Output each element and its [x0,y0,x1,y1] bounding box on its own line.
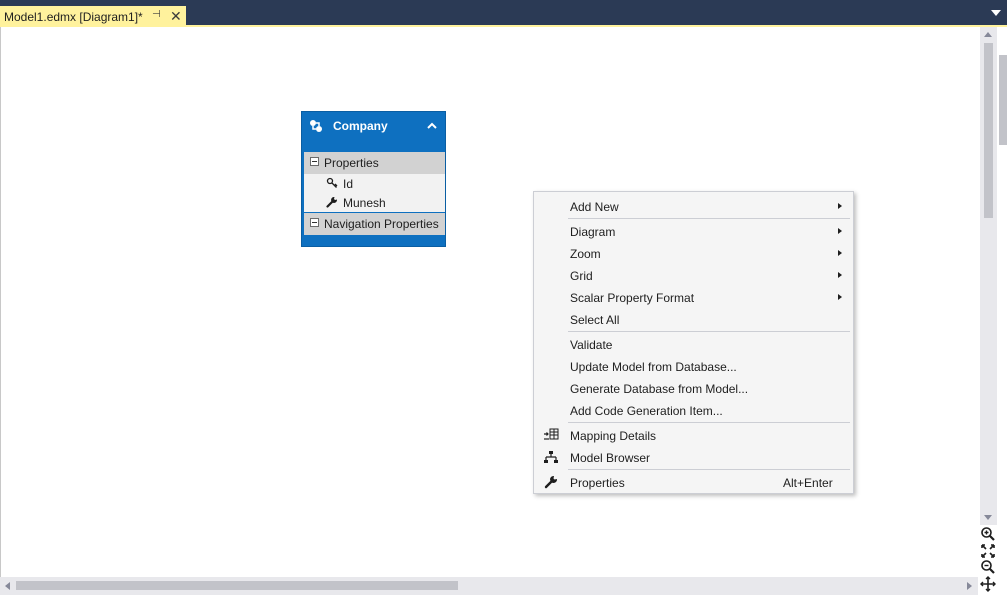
menu-item-label: Update Model from Database... [570,360,737,374]
menu-item-select-all[interactable]: Select All [536,308,852,330]
key-icon [326,177,338,188]
menu-separator [568,331,850,332]
pin-icon[interactable]: ⊣ [152,9,161,20]
horizontal-scroll-thumb[interactable] [16,581,458,590]
menu-item-label: Generate Database from Model... [570,382,749,396]
menu-item-shortcut: Alt+Enter [783,476,833,490]
submenu-arrow-icon [838,228,842,234]
menu-item-label: Diagram [570,225,616,239]
submenu-arrow-icon [838,294,842,300]
menu-item-label: Mapping Details [570,429,657,443]
collapse-toggle-icon[interactable] [310,157,319,166]
zoom-out-icon[interactable] [980,559,996,575]
menu-item-add-new[interactable]: Add New [536,195,852,217]
property-name: Munesh [343,196,386,210]
outer-right-edge [997,27,1007,595]
menu-item-zoom[interactable]: Zoom [536,242,852,264]
tab-overflow-dropdown-icon[interactable] [991,10,1001,16]
menu-separator [568,218,850,219]
collapse-toggle-icon[interactable] [310,218,319,227]
menu-item-properties[interactable]: Properties Alt+Enter [536,471,852,493]
section-label: Navigation Properties [324,217,439,231]
horizontal-scrollbar[interactable] [0,577,978,595]
context-menu: Add New Diagram Zoom Grid Scalar Propert… [533,191,854,494]
scroll-down-arrow-icon[interactable] [984,515,992,520]
menu-item-validate[interactable]: Validate [536,333,852,355]
menu-item-label: Scalar Property Format [570,291,695,305]
menu-item-add-code-generation-item[interactable]: Add Code Generation Item... [536,399,852,421]
entity-header[interactable]: Company [302,112,445,140]
tab-model1-edmx[interactable]: Model1.edmx [Diagram1]* ⊣ ✕ [0,6,186,27]
menu-item-update-model-from-database[interactable]: Update Model from Database... [536,355,852,377]
zoom-to-fit-icon[interactable] [980,543,996,559]
submenu-arrow-icon [838,272,842,278]
menu-item-label: Zoom [570,247,601,261]
menu-item-grid[interactable]: Grid [536,264,852,286]
menu-item-label: Select All [570,313,620,327]
menu-item-label: Add New [570,200,619,214]
entity-company[interactable]: Company Properties Id Munesh Navigation … [301,111,446,247]
menu-separator [568,469,850,470]
menu-item-label: Grid [570,269,593,283]
tab-title: Model1.edmx [Diagram1]* [4,9,143,24]
document-tab-strip: Model1.edmx [Diagram1]* ⊣ ✕ [0,0,1007,27]
entity-section-properties[interactable]: Properties [304,152,445,174]
menu-item-scalar-property-format[interactable]: Scalar Property Format [536,286,852,308]
entity-type-icon [310,120,322,132]
vertical-scrollbar[interactable] [980,27,997,525]
wrench-icon [326,196,338,208]
property-name: Id [343,177,354,191]
submenu-arrow-icon [838,250,842,256]
vertical-scroll-thumb[interactable] [984,43,993,218]
scroll-up-arrow-icon[interactable] [984,32,992,37]
zoom-toolbar [978,524,998,594]
entity-property-list: Id Munesh [304,174,445,212]
entity-section-navigation[interactable]: Navigation Properties [304,213,445,235]
entity-property-munesh[interactable]: Munesh [304,193,445,212]
close-icon[interactable]: ✕ [170,7,182,25]
menu-item-model-browser[interactable]: Model Browser [536,446,852,468]
chevron-up-icon[interactable] [426,120,438,132]
menu-item-generate-database-from-model[interactable]: Generate Database from Model... [536,377,852,399]
wrench-icon [544,475,558,489]
zoom-in-icon[interactable] [980,526,996,542]
menu-item-label: Properties [570,476,625,490]
menu-separator [568,422,850,423]
scroll-right-arrow-icon[interactable] [967,582,972,590]
outer-scroll-thumb[interactable] [999,55,1007,145]
scroll-left-arrow-icon[interactable] [5,582,10,590]
menu-item-mapping-details[interactable]: Mapping Details [536,424,852,446]
entity-title: Company [333,119,388,133]
menu-item-diagram[interactable]: Diagram [536,220,852,242]
section-label: Properties [324,156,379,170]
menu-item-label: Validate [570,338,613,352]
submenu-arrow-icon [838,203,842,209]
pan-icon[interactable] [980,576,996,592]
menu-item-label: Model Browser [570,451,651,465]
entity-property-id[interactable]: Id [304,174,445,193]
model-browser-icon [544,451,558,463]
menu-item-label: Add Code Generation Item... [570,404,723,418]
mapping-details-icon [544,428,559,440]
